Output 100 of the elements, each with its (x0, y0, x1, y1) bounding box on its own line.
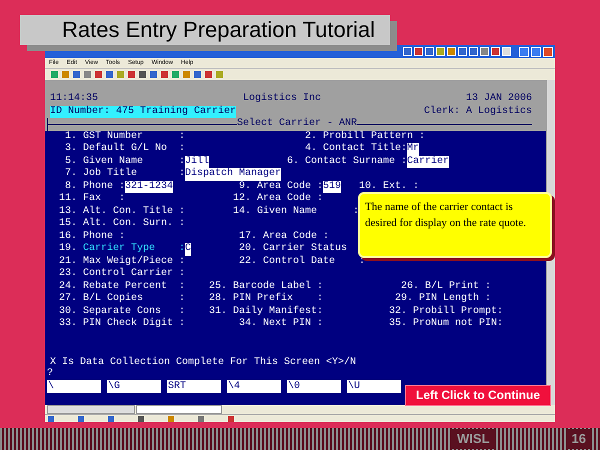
field-number: 24. (59, 280, 78, 293)
field-number: 9. (239, 180, 252, 193)
status-icon[interactable] (78, 416, 84, 422)
field-value[interactable]: Carrier (407, 156, 450, 168)
status-icon[interactable] (228, 416, 234, 422)
field-value[interactable]: 519 (323, 180, 342, 193)
function-key[interactable]: \U (347, 380, 401, 393)
field-label: Probill Pattern : (323, 130, 426, 142)
field-number: 12. (233, 193, 252, 206)
status-icon[interactable] (198, 416, 204, 422)
field-label: Alt. Con. Title : (83, 206, 186, 218)
field-number: 17. (239, 230, 258, 243)
function-key[interactable]: \G (107, 380, 161, 393)
field-number: 23. (59, 268, 78, 280)
field-label: Contact Surname : (305, 156, 408, 168)
function-key[interactable]: \0 (287, 380, 341, 393)
field-label: Carrier Status (263, 243, 348, 256)
field-number: 15. (59, 218, 78, 230)
field-label: Control Carrier : (83, 268, 186, 280)
id-number: ID Number: 475 Training Carrier (50, 106, 236, 118)
prompt-text: X Is Data Collection Complete For This Screen <Y>/N (49, 356, 358, 368)
field-label: PIN Prefix : (233, 293, 324, 306)
field-label: Given Name : (257, 206, 360, 218)
field-number: 5. (65, 156, 78, 168)
field-label: Max Weigt/Piece : (83, 256, 186, 268)
field-value[interactable]: 321-1234 (125, 180, 174, 193)
field-label: GST Number : (83, 130, 186, 142)
field-number: 34. (239, 318, 258, 330)
field-label: B/L Print : (425, 280, 492, 292)
field-number: 29. (395, 293, 414, 306)
field-number: 26. (401, 280, 420, 293)
field-number: 3. (65, 143, 78, 156)
field-label: Alt. Con. Surn. : (83, 218, 186, 230)
field-label: Contact Title: (323, 143, 408, 156)
callout: The name of the carrier contact is desired for display on the rate quote. (358, 192, 552, 258)
field-label: Default G/L No : (83, 143, 186, 156)
field-value[interactable]: C (185, 243, 192, 256)
field-number: 28. (209, 293, 228, 306)
field-number: 11. (59, 193, 78, 206)
field-number: 25. (209, 280, 228, 293)
status-icon[interactable] (48, 416, 54, 422)
field-label: Phone : (83, 180, 126, 193)
maximize-icon[interactable] (531, 46, 541, 56)
function-key[interactable]: SRT (167, 380, 221, 393)
field-label: Area Code : (257, 193, 324, 206)
field-number: 27. (59, 293, 78, 306)
clerk-name: Clerk: A Logistics (424, 106, 532, 118)
continue-button[interactable]: Left Click to Continue (405, 385, 551, 406)
field-label: Job Title : (83, 168, 186, 180)
field-number: 32. (389, 306, 408, 318)
field-label: Probill Prompt: (413, 306, 504, 318)
field-number: 7. (65, 168, 78, 180)
field-label: Separate Cons : (83, 306, 186, 318)
document-tab[interactable] (136, 405, 222, 414)
page-number: 16 (566, 429, 592, 449)
field-number: 8. (65, 180, 78, 193)
field-label: Fax : (83, 193, 126, 206)
prompt-input[interactable]: ? (45, 369, 54, 378)
field-number: 14. (233, 206, 252, 218)
field-value[interactable]: Jill (185, 156, 210, 168)
field-number: 4. (305, 143, 318, 156)
field-number: 19. (59, 243, 78, 256)
function-key[interactable]: \4 (227, 380, 281, 393)
field-label: Given Name : (83, 156, 186, 168)
field-label: Barcode Label : (233, 280, 324, 292)
field-number: 31. (209, 306, 228, 318)
field-number: 6. (287, 156, 300, 168)
field-number: 2. (305, 130, 318, 143)
status-icon[interactable] (138, 416, 144, 422)
field-label: B/L Copies : (83, 293, 186, 306)
field-number: 16. (59, 230, 78, 243)
field-number: 30. (59, 306, 78, 318)
field-label: Carrier Type : (83, 243, 186, 256)
screen-title: Select Carrier - ANR (236, 118, 357, 130)
field-value[interactable]: Mr (407, 143, 420, 156)
field-label: Ext. : (383, 180, 420, 193)
field-number: 20. (239, 243, 258, 256)
field-number: 22. (239, 256, 258, 268)
minimize-icon[interactable] (519, 46, 529, 56)
status-icon[interactable] (108, 416, 114, 422)
function-key[interactable]: \ (47, 380, 101, 393)
field-value[interactable]: Dispatch Manager (185, 168, 282, 180)
field-label: Control Date : (263, 256, 366, 268)
field-number: 13. (59, 206, 78, 218)
terminal-time: 11:14:35 (50, 93, 98, 106)
field-label: ProNum not PIN: (413, 318, 504, 330)
field-label: Rebate Percent : (83, 280, 186, 292)
field-label: PIN Check Digit : (83, 318, 186, 330)
close-icon[interactable] (543, 46, 553, 56)
field-number: 21. (59, 256, 78, 268)
footer-label: WISL (451, 429, 496, 449)
field-number: 33. (59, 318, 78, 330)
field-label: Daily Manifest: (233, 306, 324, 318)
company-name: Logistics Inc (242, 93, 321, 106)
slide-title: Rates Entry Preparation Tutorial (20, 15, 390, 45)
field-number: 35. (389, 318, 408, 330)
field-number: 1. (65, 130, 78, 143)
field-label: Area Code : (263, 230, 330, 242)
field-number: 10. (359, 180, 378, 193)
field-label: PIN Length : (419, 293, 492, 306)
